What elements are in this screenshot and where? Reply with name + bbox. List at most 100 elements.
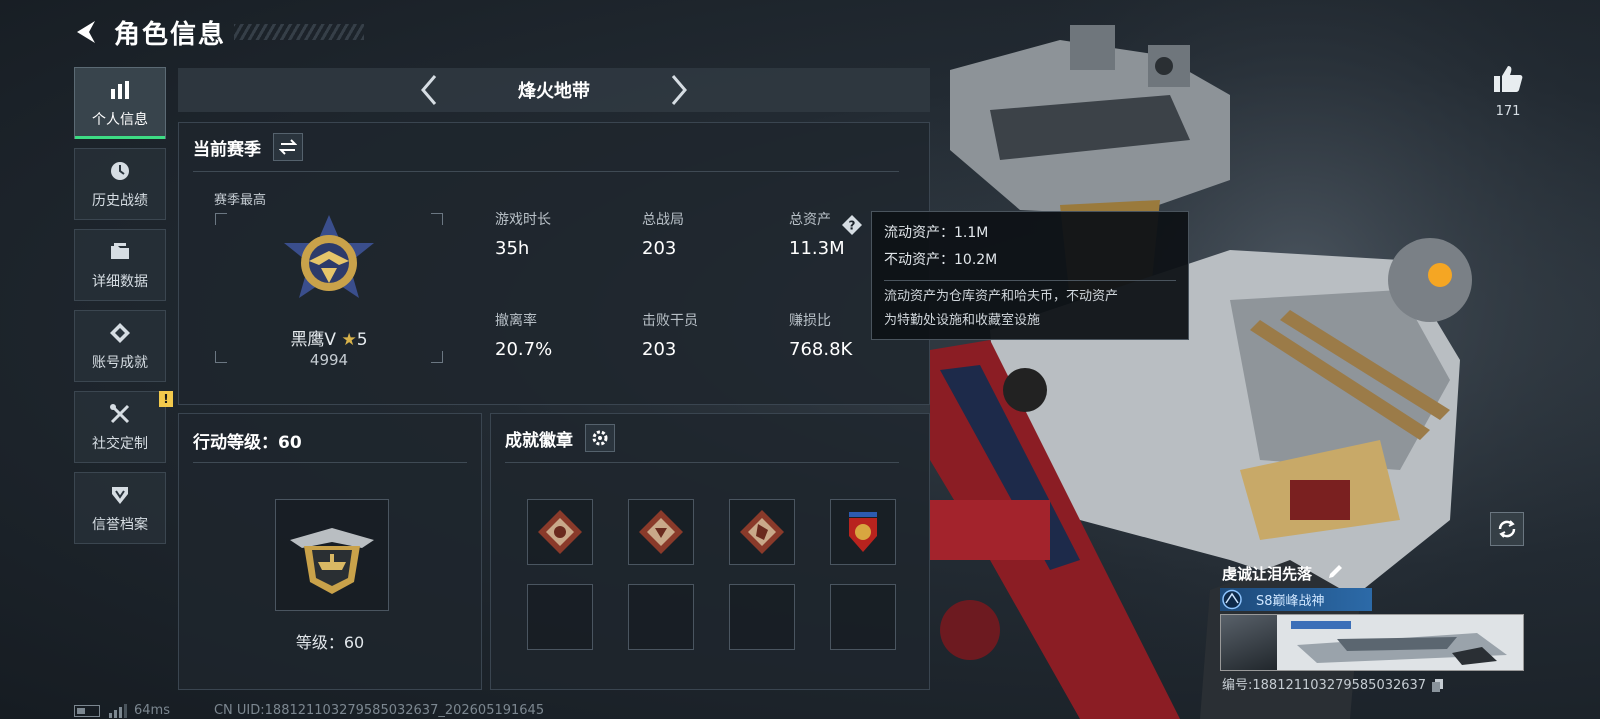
stat-label: 撤离率 [495, 313, 537, 329]
season-panel: 当前赛季 赛季最高 黑鹰V ★5 4994 游戏时长 35h 总战局 203 总… [178, 122, 930, 405]
side-nav: 个人信息 历史战绩 详细数据 账号成就 社交定制 ! 信誉档案 [74, 67, 173, 553]
helicopter-emblem-icon [290, 528, 374, 594]
badge-settings-button[interactable] [585, 424, 615, 452]
nav-item-match-history[interactable]: 历史战绩 [74, 148, 166, 220]
rank-stars: 5 [356, 330, 368, 350]
mode-title: 烽火地带 [518, 81, 590, 102]
player-banner[interactable] [1220, 614, 1524, 671]
action-level-panel: 行动等级：60 等级：60 [178, 413, 482, 690]
stat-label: 赚损比 [789, 313, 831, 329]
nav-label: 个人信息 [92, 112, 148, 128]
next-mode-button[interactable] [659, 70, 699, 110]
stat-profit-loss-ratio: 赚损比 768.8K [789, 310, 852, 360]
nav-item-achievements[interactable]: 账号成就 [74, 310, 166, 382]
stat-play-time: 游戏时长 35h [495, 209, 551, 259]
ping: 64ms [134, 703, 170, 718]
title-decoration [234, 24, 365, 40]
season-best-label: 赛季最高 [214, 193, 267, 208]
liquid-assets: 流动资产：1.1M [884, 225, 989, 241]
stat-value: 203 [642, 339, 677, 360]
prev-mode-button[interactable] [409, 70, 449, 110]
nav-label: 详细数据 [92, 274, 148, 290]
gear-icon [592, 430, 608, 446]
refresh-button[interactable] [1490, 512, 1524, 546]
nav-label: 社交定制 [92, 436, 148, 452]
folder-icon [107, 239, 133, 265]
achievement-icon [107, 320, 133, 346]
rank-score: 4994 [309, 351, 349, 369]
player-name: 虔诚让泪先落 [1222, 565, 1313, 583]
player-id-text: 编号:18812110327958503263​7 [1222, 678, 1427, 693]
divider [193, 171, 899, 172]
alert-badge: ! [159, 391, 173, 407]
badge-slot[interactable] [830, 499, 896, 565]
player-title: S8巅峰战神 [1256, 594, 1325, 609]
badge-slot[interactable] [628, 499, 694, 565]
shield-badge-icon [849, 512, 877, 552]
page-title: 角色信息 [114, 19, 227, 50]
help-icon[interactable]: ? [841, 214, 863, 236]
stat-total-matches: 总战局 203 [642, 209, 684, 259]
horse-badge-icon [740, 510, 784, 554]
level-header: 行动等级：60 [193, 428, 302, 453]
stat-value: 20.7% [495, 339, 553, 360]
nav-label: 信誉档案 [92, 517, 148, 533]
stat-label: 总战局 [642, 212, 684, 228]
season-header: 当前赛季 [193, 133, 303, 161]
nav-label: 历史战绩 [92, 193, 148, 209]
mode-selector: 烽火地带 [178, 68, 930, 112]
edit-icon[interactable] [1326, 563, 1344, 581]
svg-text:?: ? [849, 219, 856, 233]
stat-total-assets: 总资产 11.3M [789, 209, 845, 259]
clock-icon [107, 158, 133, 184]
achievement-badges-panel: 成就徽章 [490, 413, 930, 690]
divider [193, 462, 467, 463]
copy-icon[interactable] [1432, 679, 1444, 692]
player-id: 编号:18812110327958503263​7 [1222, 674, 1444, 693]
tools-icon [107, 401, 133, 427]
nav-item-detailed-data[interactable]: 详细数据 [74, 229, 166, 301]
refresh-icon [1498, 520, 1516, 538]
level-emblem[interactable] [275, 499, 389, 611]
back-arrow-icon[interactable] [72, 17, 102, 47]
uid-text: CN UID:18812110327958503263​7_2026051916… [213, 703, 545, 718]
level-text: 等级：60 [295, 633, 365, 652]
switch-season-button[interactable] [273, 133, 303, 161]
stat-label: 击败干员 [642, 313, 698, 329]
banner-art [1277, 615, 1523, 670]
stat-value: 11.3M [789, 238, 845, 259]
badge-slot-empty[interactable] [830, 584, 896, 650]
divider [505, 462, 899, 463]
rank-medal-icon [279, 213, 379, 313]
badge-slot[interactable] [527, 499, 593, 565]
title-emblem-icon [1222, 589, 1242, 610]
season-title: 当前赛季 [193, 139, 261, 160]
dragon-badge-icon [538, 510, 582, 554]
badge-slot[interactable] [729, 499, 795, 565]
rank-name: 黑鹰V [290, 330, 337, 350]
divider [884, 280, 1176, 281]
like-widget[interactable]: 171 [1480, 64, 1536, 119]
badges-title: 成就徽章 [505, 430, 573, 451]
stat-extraction-rate: 撤离率 20.7% [495, 310, 552, 360]
stat-value: 35h [495, 238, 530, 259]
rank-name-line: 黑鹰V ★5 [215, 325, 443, 350]
nav-item-social-custom[interactable]: 社交定制 ! [74, 391, 173, 463]
tooltip-description-line: 流动资产为仓库资产和哈夫币，不动资产 [884, 289, 1119, 304]
badge-slot-empty[interactable] [729, 584, 795, 650]
like-count: 171 [1495, 104, 1521, 119]
rank-display: 黑鹰V ★5 4994 [215, 213, 443, 369]
nav-item-credit-profile[interactable]: 信誉档案 [74, 472, 166, 544]
signal-icon [109, 703, 127, 718]
player-title-badge: S8巅峰战神 [1220, 588, 1372, 611]
assets-tooltip: 流动资产：1.1M 不动资产：10.2M 流动资产为仓库资产和哈夫币，不动资产 … [871, 211, 1189, 340]
status-footer: 64ms CN UID:18812110327958503263​7_20260… [74, 703, 544, 718]
badge-slot-empty[interactable] [527, 584, 593, 650]
nav-label: 账号成就 [92, 355, 148, 371]
stat-label: 游戏时长 [495, 212, 551, 228]
nav-item-personal-info[interactable]: 个人信息 [74, 67, 166, 139]
star-icon: ★ [341, 330, 357, 350]
shield-icon [107, 482, 133, 508]
header: 角色信息 [72, 12, 365, 52]
badge-slot-empty[interactable] [628, 584, 694, 650]
